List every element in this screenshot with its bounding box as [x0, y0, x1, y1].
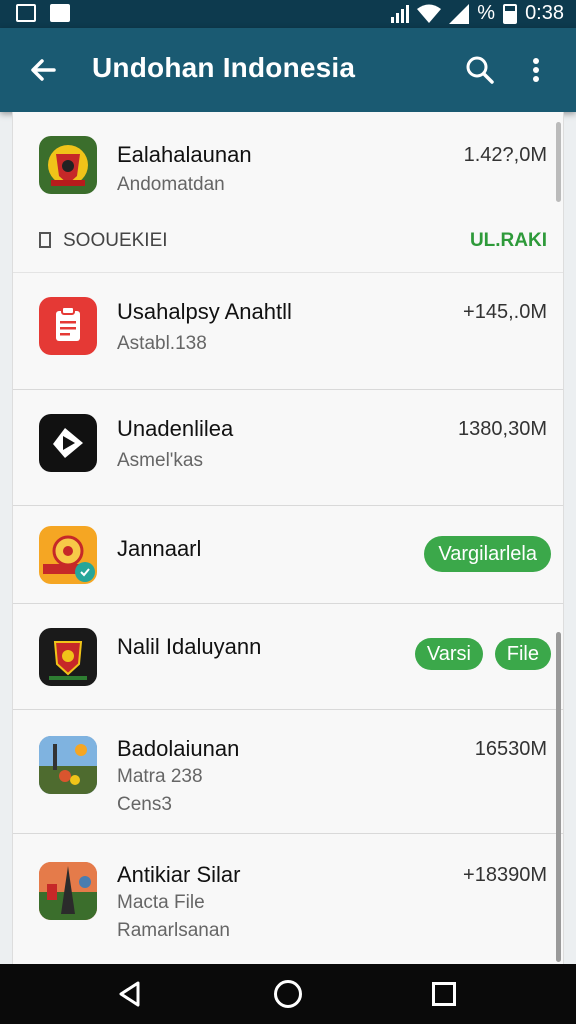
item-size: 1.42?,0M: [463, 144, 547, 166]
search-button[interactable]: [460, 50, 500, 90]
item-size: 16530M: [474, 738, 547, 760]
item-title: Badolaiunan: [117, 736, 240, 761]
wifi-icon: [417, 4, 442, 23]
more-vert-icon: [533, 58, 539, 82]
navigation-bar: [0, 964, 576, 1024]
signal-icon: [391, 4, 410, 23]
list-item[interactable]: Usahalpsy Anahtll Astabl.138 +145,.0M: [13, 272, 563, 390]
item-size: +18390M: [463, 864, 547, 886]
nav-back-button[interactable]: [116, 980, 144, 1008]
tower-icon: [39, 862, 97, 920]
cell-signal-icon: [449, 3, 470, 24]
item-subtitle-secondary: Ramarlsanan: [117, 920, 230, 941]
scrollbar-thumb[interactable]: [556, 632, 561, 962]
image-notification-icon: [16, 4, 36, 22]
list-item[interactable]: Jannaarl Vargilarlela: [13, 506, 563, 604]
app-bar: Undohan Indonesia: [0, 28, 576, 112]
item-size: 1380,30M: [458, 418, 547, 440]
list-item[interactable]: Unadenlilea Asmel'kas 1380,30M: [13, 390, 563, 506]
music-notification-icon: [50, 4, 70, 22]
nav-back-icon: [119, 981, 140, 1007]
play-icon: [39, 414, 97, 472]
section-label: SOOUEKIEI: [63, 230, 168, 251]
item-title: Antikiar Silar: [117, 862, 241, 887]
more-options-button[interactable]: [516, 50, 556, 90]
item-title: Usahalpsy Anahtll: [117, 299, 292, 324]
battery-icon: [503, 3, 518, 24]
version-button[interactable]: Varsi: [414, 638, 483, 670]
section-header: SOOUEKIEI UL.RAKI: [13, 220, 563, 272]
install-button[interactable]: Vargilarlela: [424, 536, 551, 572]
shield-icon: [39, 628, 97, 686]
item-subtitle: Andomatdan: [117, 174, 225, 195]
section-action-link[interactable]: UL.RAKI: [470, 230, 547, 252]
item-size: +145,.0M: [463, 301, 547, 323]
search-icon: [466, 56, 494, 84]
list-item[interactable]: Badolaiunan Matra 238 Cens3 16530M: [13, 710, 563, 834]
item-title: Nalil Idaluyann: [117, 634, 262, 659]
back-button[interactable]: [24, 50, 64, 90]
section-icon: [39, 232, 51, 248]
sun-emblem-icon: [39, 526, 97, 584]
battery-percent: %: [477, 2, 496, 24]
scrollbar[interactable]: [556, 122, 561, 202]
item-subtitle-secondary: Cens3: [117, 794, 172, 815]
item-subtitle: Astabl.138: [117, 333, 207, 354]
list-item[interactable]: Antikiar Silar Macta File Ramarlsanan +1…: [13, 834, 563, 964]
clipboard-icon: [39, 297, 97, 355]
arrow-left-icon: [31, 59, 56, 81]
status-bar: % 0:38: [0, 0, 576, 28]
nav-home-icon[interactable]: [274, 980, 302, 1008]
file-button[interactable]: File: [494, 638, 551, 670]
item-subtitle: Asmel'kas: [117, 450, 203, 471]
item-subtitle: Matra 238: [117, 766, 203, 787]
landscape-icon: [39, 736, 97, 794]
emblem-icon: [39, 136, 97, 194]
item-subtitle: Macta File: [117, 892, 205, 913]
app-list[interactable]: Ealahalaunan Andomatdan 1.42?,0M SOOUEKI…: [12, 112, 564, 964]
page-title: Undohan Indonesia: [92, 52, 356, 83]
clock: 0:38: [525, 2, 564, 24]
list-item[interactable]: Nalil Idaluyann Varsi File: [13, 604, 563, 710]
item-title: Jannaarl: [117, 536, 202, 561]
nav-recent-icon[interactable]: [432, 982, 456, 1006]
list-item[interactable]: Ealahalaunan Andomatdan 1.42?,0M: [13, 112, 563, 220]
item-title: Unadenlilea: [117, 416, 234, 441]
item-title: Ealahalaunan: [117, 142, 252, 167]
